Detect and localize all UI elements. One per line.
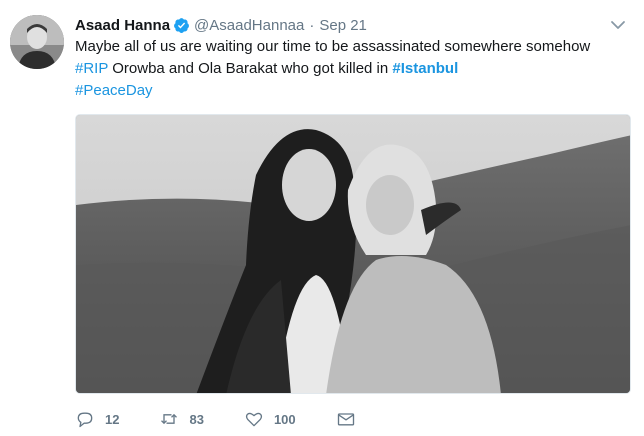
tweet-text-mid: Orowba and Ola Barakat who got killed in [108,60,393,77]
retweet-button[interactable]: 83 [159,409,204,429]
avatar-image [10,15,64,69]
hashtag-rip[interactable]: #RIP [75,60,108,77]
photo-image [76,115,630,393]
envelope-icon [337,413,354,426]
direct-message-button[interactable] [336,409,356,429]
like-button[interactable]: 100 [244,409,296,429]
avatar[interactable] [10,15,64,69]
tweet-card[interactable]: Asaad Hanna @AsaadHannaa · Sep 21 Maybe … [0,0,644,436]
reply-button[interactable]: 12 [75,409,119,429]
hashtag-peaceday[interactable]: #PeaceDay [75,82,153,99]
author-handle[interactable]: @AsaadHannaa [194,17,304,34]
author-name[interactable]: Asaad Hanna [75,17,170,34]
verified-badge-icon [174,17,189,33]
tweet-photo[interactable] [75,114,631,394]
chevron-down-icon[interactable] [610,17,626,33]
heart-icon [245,412,262,427]
tweet-text-line-1: Maybe all of us are waiting our time to … [75,38,591,55]
tweet-text-line-2: #RIP Orowba and Ola Barakat who got kill… [75,58,625,80]
reply-icon [77,412,93,428]
tweet-text: Maybe all of us are waiting our time to … [75,36,625,102]
retweet-icon [161,413,178,425]
reply-count: 12 [105,411,120,427]
retweet-count: 83 [189,411,204,427]
tweet-actions: 12 83 100 [75,406,356,432]
like-count: 100 [273,411,296,427]
tweet-header: Asaad Hanna @AsaadHannaa · Sep 21 [75,15,367,35]
separator-dot: · [309,16,315,34]
tweet-date[interactable]: Sep 21 [319,17,367,34]
hashtag-istanbul[interactable]: #Istanbul [392,60,458,77]
tweet-text-line-3: #PeaceDay [75,80,625,102]
